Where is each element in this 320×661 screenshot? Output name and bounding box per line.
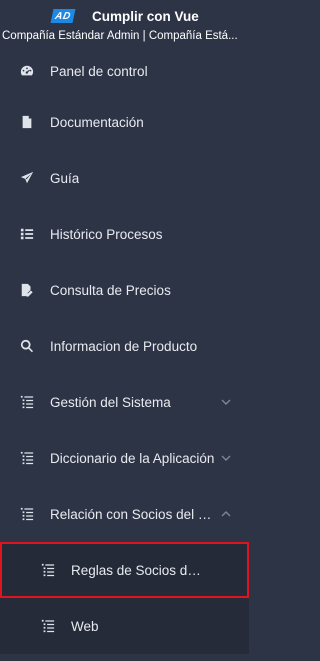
sidebar-header: AD Cumplir con Vue Compañía Estándar Adm… xyxy=(0,0,249,48)
price-document-icon xyxy=(19,282,35,298)
tree-list-icon xyxy=(40,562,56,578)
menu-item-label: Relación con Socios del Negocio xyxy=(50,506,220,522)
search-icon xyxy=(19,338,35,354)
menu-item-panel-de-control[interactable]: Panel de control xyxy=(0,48,249,94)
brand-row: AD Cumplir con Vue xyxy=(0,6,249,26)
submenu-item-label: Web xyxy=(71,618,99,634)
menu-item-informacion-de-producto[interactable]: Informacion de Producto xyxy=(0,318,249,374)
menu-item-gestion-del-sistema[interactable]: Gestión del Sistema xyxy=(0,374,249,430)
menu-item-historico-procesos[interactable]: Histórico Procesos xyxy=(0,206,249,262)
menu-item-relacion-con-socios-del-negocio[interactable]: Relación con Socios del Negocio xyxy=(0,486,249,542)
submenu-item-reglas-de-socios-del-negocio[interactable]: Reglas de Socios del Negocio xyxy=(0,542,249,598)
submenu-item-label: Reglas de Socios del Negocio xyxy=(71,562,201,578)
menu-item-label: Diccionario de la Aplicación xyxy=(50,450,215,466)
tree-list-icon xyxy=(19,450,35,466)
dashboard-icon xyxy=(19,63,35,79)
menu-item-label: Histórico Procesos xyxy=(50,226,163,242)
tree-list-icon xyxy=(40,618,56,634)
organization-selector[interactable]: Compañía Estándar Admin | Compañía Está.… xyxy=(0,30,249,42)
chevron-down-icon[interactable] xyxy=(221,394,231,405)
menu-item-label: Panel de control xyxy=(50,63,148,79)
menu-item-label: Guía xyxy=(50,170,80,186)
sidebar-menu: Panel de control Documentación Guía Hist… xyxy=(0,48,249,654)
tree-list-icon xyxy=(19,506,35,522)
app-logo[interactable]: AD xyxy=(50,9,76,23)
menu-item-label: Gestión del Sistema xyxy=(50,394,171,410)
list-icon xyxy=(19,226,35,242)
tree-list-icon xyxy=(19,394,35,410)
paper-plane-icon xyxy=(19,170,35,186)
menu-item-diccionario-de-la-aplicacion[interactable]: Diccionario de la Aplicación xyxy=(0,430,249,486)
menu-item-documentacion[interactable]: Documentación xyxy=(0,94,249,150)
document-icon xyxy=(19,114,35,130)
menu-item-consulta-de-precios[interactable]: Consulta de Precios xyxy=(0,262,249,318)
menu-item-guia[interactable]: Guía xyxy=(0,150,249,206)
menu-item-label: Documentación xyxy=(50,114,144,130)
menu-item-label: Informacion de Producto xyxy=(50,338,198,354)
submenu-item-web[interactable]: Web xyxy=(0,598,249,654)
app-title: Cumplir con Vue xyxy=(92,8,199,24)
chevron-down-icon[interactable] xyxy=(221,450,231,461)
chevron-up-icon[interactable] xyxy=(221,506,231,517)
menu-item-label: Consulta de Precios xyxy=(50,282,171,298)
